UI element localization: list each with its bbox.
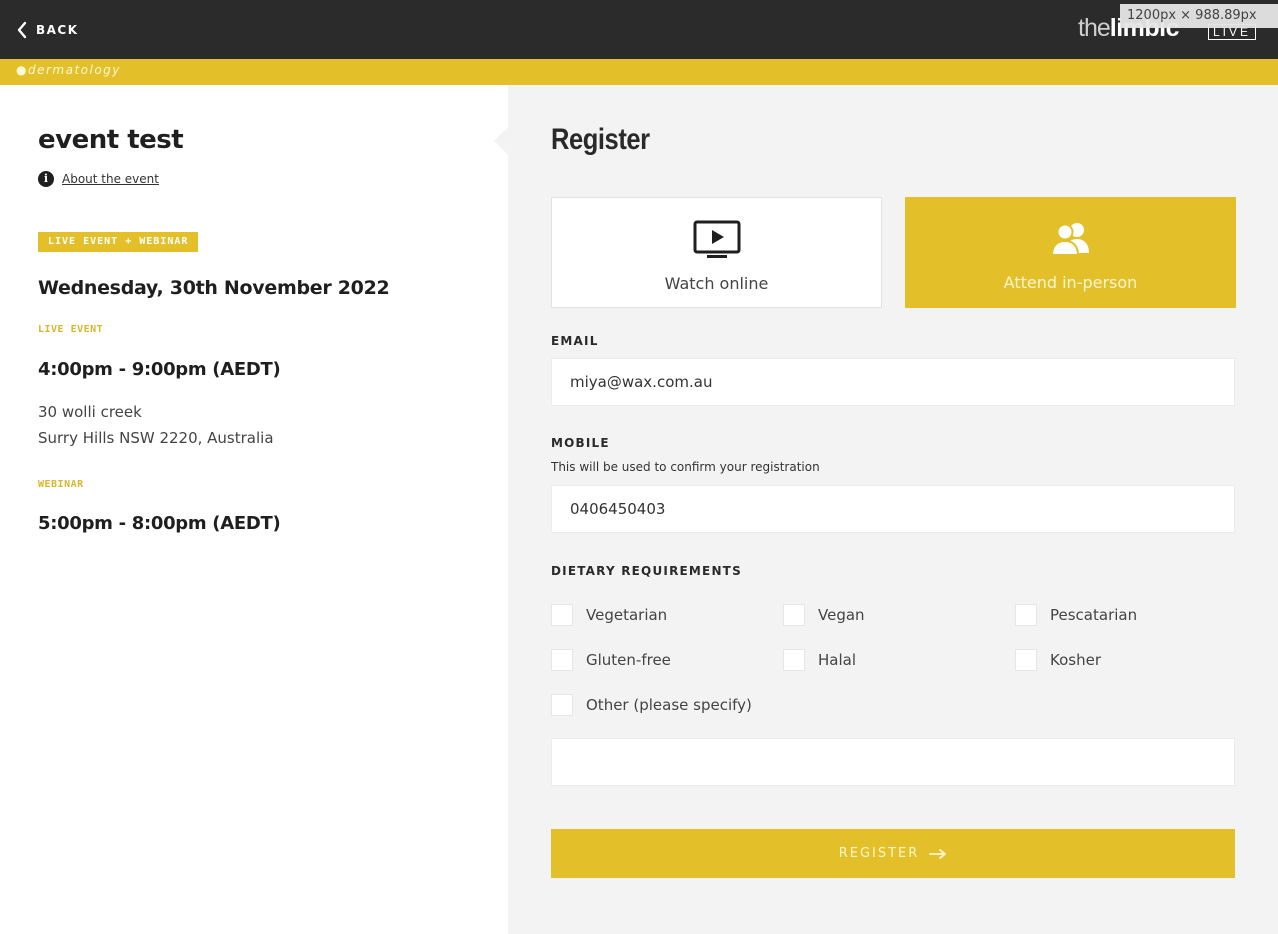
checkbox-label: Halal: [818, 651, 856, 669]
about-event[interactable]: i About the event: [38, 171, 159, 187]
mobile-label: MOBILE: [551, 436, 610, 450]
dietary-label: DIETARY REQUIREMENTS: [551, 564, 742, 578]
other-dietary-field[interactable]: [551, 738, 1235, 786]
live-event-label: LIVE EVENT: [38, 324, 104, 335]
address-line-2: Surry Hills NSW 2220, Australia: [38, 429, 274, 447]
arrow-right-icon: [929, 848, 947, 859]
checkbox-label: Other (please specify): [586, 696, 752, 714]
dietary-checkbox-pescatarian[interactable]: Pescatarian: [1015, 604, 1137, 626]
register-button[interactable]: REGISTER: [551, 829, 1235, 878]
mobile-help-text: This will be used to confirm your regist…: [551, 460, 820, 474]
checkbox-label: Pescatarian: [1050, 606, 1138, 624]
checkbox[interactable]: [551, 694, 573, 716]
dietary-checkbox-halal[interactable]: Halal: [783, 649, 856, 671]
event-date: Wednesday, 30th November 2022: [38, 277, 390, 299]
mobile-field[interactable]: 0406450403: [551, 485, 1235, 533]
users-icon: [1050, 223, 1089, 256]
attend-in-person-option[interactable]: Attend in-person: [905, 197, 1236, 308]
watch-online-option[interactable]: Watch online: [551, 197, 882, 308]
info-icon: i: [38, 171, 54, 187]
register-button-label: REGISTER: [838, 846, 920, 861]
dietary-checkbox-gluten-free[interactable]: Gluten-free: [551, 649, 671, 671]
category-label: ●dermatology: [16, 63, 121, 77]
checkbox-label: Gluten-free: [586, 651, 671, 669]
checkbox-label: Vegetarian: [586, 606, 668, 624]
webinar-time: 5:00pm - 8:00pm (AEDT): [38, 513, 281, 534]
event-details-panel: event test i About the event LIVE EVENT …: [0, 85, 508, 934]
dietary-checkbox-kosher[interactable]: Kosher: [1015, 649, 1101, 671]
category-strip: ●dermatology: [0, 59, 1278, 85]
dimensions-badge: 1200px × 988.89px: [1120, 4, 1278, 28]
monitor-play-icon: [693, 220, 740, 258]
live-event-time: 4:00pm - 9:00pm (AEDT): [38, 359, 281, 380]
checkbox-label: Vegan: [818, 606, 865, 624]
webinar-label: WEBINAR: [38, 479, 84, 490]
about-event-link[interactable]: About the event: [62, 172, 159, 186]
email-field[interactable]: miya@wax.com.au: [551, 358, 1235, 406]
panel-notch: [494, 127, 508, 155]
dietary-checkbox-other[interactable]: Other (please specify): [551, 694, 752, 716]
address-line-1: 30 wolli creek: [38, 403, 142, 421]
chevron-left-icon: [17, 21, 27, 39]
checkbox[interactable]: [1015, 604, 1037, 626]
event-type-badge: LIVE EVENT + WEBINAR: [38, 232, 199, 252]
checkbox[interactable]: [551, 604, 573, 626]
back-label: BACK: [36, 23, 79, 37]
register-panel: Register Watch online Attend in-person E…: [508, 85, 1278, 934]
event-title: event test: [38, 125, 184, 155]
logo-the: the: [1078, 14, 1111, 42]
attend-in-person-label: Attend in-person: [1003, 273, 1138, 292]
checkbox[interactable]: [783, 604, 805, 626]
checkbox-label: Kosher: [1050, 651, 1101, 669]
back-button[interactable]: BACK: [16, 19, 79, 41]
top-bar: BACK the limbic LIVE 1200px × 988.89px: [0, 0, 1278, 59]
checkbox[interactable]: [783, 649, 805, 671]
checkbox[interactable]: [551, 649, 573, 671]
watch-online-label: Watch online: [664, 274, 769, 293]
checkbox[interactable]: [1015, 649, 1037, 671]
dietary-checkbox-vegan[interactable]: Vegan: [783, 604, 865, 626]
register-title: Register: [551, 123, 650, 156]
email-label: EMAIL: [551, 334, 599, 348]
dietary-checkbox-vegetarian[interactable]: Vegetarian: [551, 604, 667, 626]
